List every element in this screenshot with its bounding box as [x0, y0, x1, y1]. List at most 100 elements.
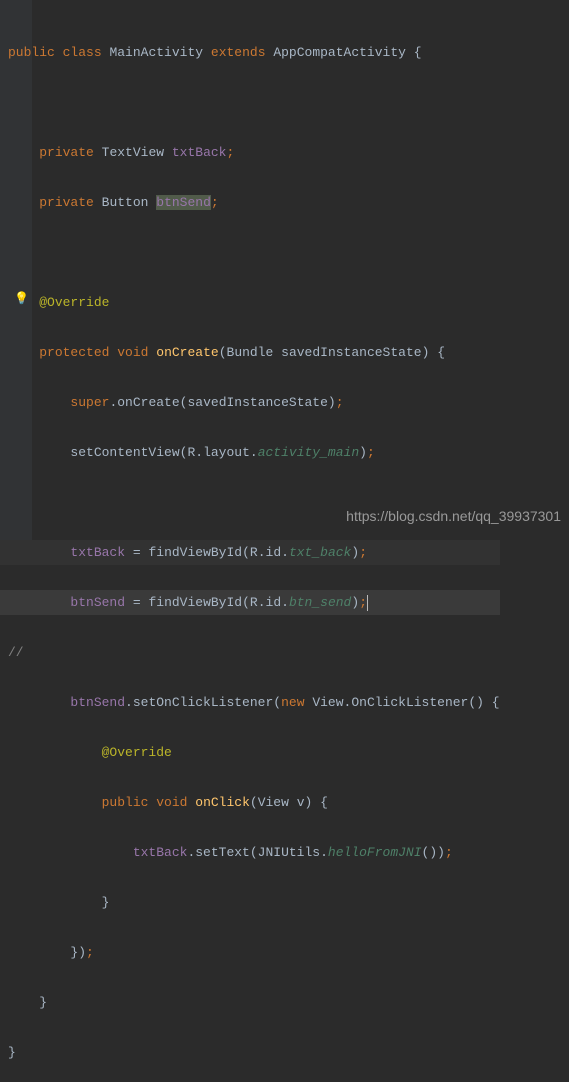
keyword: void: [117, 345, 148, 360]
keyword: void: [156, 795, 187, 810]
paren: ): [422, 345, 430, 360]
code-line: @Override: [0, 740, 500, 765]
code-line: public class MainActivity extends AppCom…: [0, 40, 500, 65]
code-editor[interactable]: public class MainActivity extends AppCom…: [0, 0, 500, 1082]
semicolon: ;: [367, 445, 375, 460]
code-line: }: [0, 1040, 500, 1065]
typename: TextView: [102, 145, 164, 160]
code-line-current: btnSend = findViewById(R.id.btn_send);: [0, 590, 500, 615]
typename: View: [258, 795, 289, 810]
paren: ): [351, 545, 359, 560]
dot: .: [258, 545, 266, 560]
paren: (: [219, 345, 227, 360]
semicolon: ;: [445, 845, 453, 860]
keyword: extends: [211, 45, 266, 60]
semicolon: ;: [211, 195, 219, 210]
dot: .: [281, 545, 289, 560]
keyword: protected: [39, 345, 109, 360]
param: savedInstanceState: [187, 395, 327, 410]
dot: .: [125, 695, 133, 710]
code-line: setContentView(R.layout.activity_main);: [0, 440, 500, 465]
keyword: new: [281, 695, 304, 710]
keyword: public: [8, 45, 55, 60]
paren: (: [242, 595, 250, 610]
watermark: https://blog.csdn.net/qq_39937301: [346, 504, 561, 529]
cursor: [367, 595, 368, 611]
code-line: }: [0, 890, 500, 915]
code-line: public void onClick(View v) {: [0, 790, 500, 815]
code-line: super.onCreate(savedInstanceState);: [0, 390, 500, 415]
resource-id: activity_main: [258, 445, 359, 460]
code-line: txtBack = findViewById(R.id.txt_back);: [0, 540, 500, 565]
param: v: [297, 795, 305, 810]
annotation: @Override: [39, 295, 109, 310]
method: onCreate: [156, 345, 218, 360]
dot: .: [281, 595, 289, 610]
method-call: onCreate: [117, 395, 179, 410]
paren: (: [242, 545, 250, 560]
brace: {: [492, 695, 500, 710]
brace: }: [39, 995, 47, 1010]
method: onClick: [195, 795, 250, 810]
code-line: //: [0, 640, 500, 665]
resource-id: btn_send: [289, 595, 351, 610]
field: txtBack: [133, 845, 188, 860]
code-line: btnSend.setOnClickListener(new View.OnCl…: [0, 690, 500, 715]
classname: AppCompatActivity: [273, 45, 406, 60]
classname: R: [250, 545, 258, 560]
brace: }: [102, 895, 110, 910]
field: btnSend: [70, 595, 125, 610]
keyword: private: [39, 195, 94, 210]
paren: ()): [422, 845, 445, 860]
field-selected: btnSend: [156, 195, 211, 210]
code-line: [0, 240, 500, 265]
dot: .: [258, 595, 266, 610]
code-line: private Button btnSend;: [0, 190, 500, 215]
paren: (: [273, 695, 281, 710]
code-line: txtBack.setText(JNIUtils.helloFromJNI())…: [0, 840, 500, 865]
paren: ): [351, 595, 359, 610]
semicolon: ;: [86, 945, 94, 960]
field: txtBack: [172, 145, 227, 160]
resource-id: txt_back: [289, 545, 351, 560]
keyword: class: [63, 45, 102, 60]
typename: Button: [102, 195, 149, 210]
dot: .: [187, 845, 195, 860]
semicolon: ;: [359, 545, 367, 560]
method-call: setOnClickListener: [133, 695, 273, 710]
paren: (: [250, 795, 258, 810]
keyword: private: [39, 145, 94, 160]
paren: (: [250, 845, 258, 860]
semicolon: ;: [359, 595, 367, 610]
operator: =: [133, 595, 141, 610]
method-call: findViewById: [148, 545, 242, 560]
method-call: setContentView: [70, 445, 179, 460]
field: id: [266, 545, 282, 560]
brace: {: [437, 345, 445, 360]
classname: JNIUtils: [258, 845, 320, 860]
comment: //: [8, 645, 24, 660]
dot: .: [195, 445, 203, 460]
classname: OnClickListener: [351, 695, 468, 710]
classname: MainActivity: [109, 45, 203, 60]
code-line: protected void onCreate(Bundle savedInst…: [0, 340, 500, 365]
operator: =: [133, 545, 141, 560]
classname: R: [250, 595, 258, 610]
brace: }: [8, 1045, 16, 1060]
brace: }): [70, 945, 86, 960]
field: txtBack: [70, 545, 125, 560]
keyword: super: [70, 395, 109, 410]
brace: {: [414, 45, 422, 60]
dot: .: [344, 695, 352, 710]
paren: (): [468, 695, 484, 710]
classname: View: [312, 695, 343, 710]
paren: ): [359, 445, 367, 460]
param: savedInstanceState: [281, 345, 421, 360]
paren: ): [305, 795, 313, 810]
dot: .: [320, 845, 328, 860]
method-call: findViewById: [148, 595, 242, 610]
annotation: @Override: [102, 745, 172, 760]
code-line: }: [0, 990, 500, 1015]
dot: .: [250, 445, 258, 460]
code-line: @Override: [0, 290, 500, 315]
